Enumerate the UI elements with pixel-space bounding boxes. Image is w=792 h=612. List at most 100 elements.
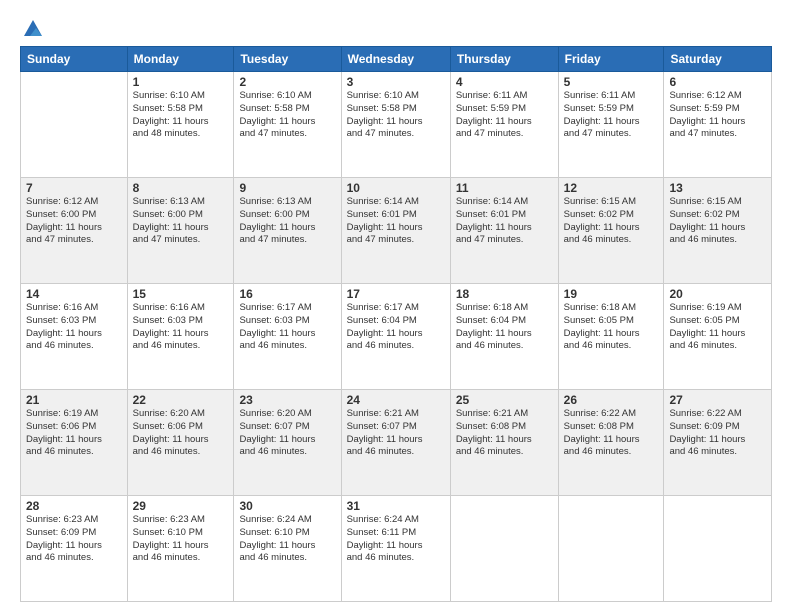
- calendar-cell: 4Sunrise: 6:11 AMSunset: 5:59 PMDaylight…: [450, 72, 558, 178]
- calendar-cell: 27Sunrise: 6:22 AMSunset: 6:09 PMDayligh…: [664, 390, 772, 496]
- calendar-cell: 23Sunrise: 6:20 AMSunset: 6:07 PMDayligh…: [234, 390, 341, 496]
- day-info: Sunrise: 6:11 AMSunset: 5:59 PMDaylight:…: [564, 90, 659, 141]
- day-info: Sunrise: 6:13 AMSunset: 6:00 PMDaylight:…: [133, 196, 229, 247]
- day-number: 30: [239, 499, 335, 513]
- day-info: Sunrise: 6:11 AMSunset: 5:59 PMDaylight:…: [456, 90, 553, 141]
- day-info: Sunrise: 6:20 AMSunset: 6:07 PMDaylight:…: [239, 408, 335, 459]
- calendar-cell: 26Sunrise: 6:22 AMSunset: 6:08 PMDayligh…: [558, 390, 664, 496]
- page: SundayMondayTuesdayWednesdayThursdayFrid…: [0, 0, 792, 612]
- calendar-cell: 3Sunrise: 6:10 AMSunset: 5:58 PMDaylight…: [341, 72, 450, 178]
- calendar-cell: 20Sunrise: 6:19 AMSunset: 6:05 PMDayligh…: [664, 284, 772, 390]
- calendar-cell: 7Sunrise: 6:12 AMSunset: 6:00 PMDaylight…: [21, 178, 128, 284]
- calendar-cell: 11Sunrise: 6:14 AMSunset: 6:01 PMDayligh…: [450, 178, 558, 284]
- day-info: Sunrise: 6:24 AMSunset: 6:11 PMDaylight:…: [347, 514, 445, 565]
- calendar-cell: 28Sunrise: 6:23 AMSunset: 6:09 PMDayligh…: [21, 496, 128, 602]
- calendar-cell: 17Sunrise: 6:17 AMSunset: 6:04 PMDayligh…: [341, 284, 450, 390]
- calendar-cell: [664, 496, 772, 602]
- day-number: 23: [239, 393, 335, 407]
- day-number: 26: [564, 393, 659, 407]
- week-row-3: 14Sunrise: 6:16 AMSunset: 6:03 PMDayligh…: [21, 284, 772, 390]
- calendar-cell: 5Sunrise: 6:11 AMSunset: 5:59 PMDaylight…: [558, 72, 664, 178]
- day-number: 18: [456, 287, 553, 301]
- day-number: 1: [133, 75, 229, 89]
- day-number: 8: [133, 181, 229, 195]
- calendar-cell: [558, 496, 664, 602]
- day-number: 4: [456, 75, 553, 89]
- calendar-cell: 16Sunrise: 6:17 AMSunset: 6:03 PMDayligh…: [234, 284, 341, 390]
- week-row-1: 1Sunrise: 6:10 AMSunset: 5:58 PMDaylight…: [21, 72, 772, 178]
- week-row-2: 7Sunrise: 6:12 AMSunset: 6:00 PMDaylight…: [21, 178, 772, 284]
- day-info: Sunrise: 6:18 AMSunset: 6:05 PMDaylight:…: [564, 302, 659, 353]
- day-number: 24: [347, 393, 445, 407]
- day-number: 15: [133, 287, 229, 301]
- calendar-cell: 22Sunrise: 6:20 AMSunset: 6:06 PMDayligh…: [127, 390, 234, 496]
- day-number: 19: [564, 287, 659, 301]
- calendar-cell: 24Sunrise: 6:21 AMSunset: 6:07 PMDayligh…: [341, 390, 450, 496]
- day-number: 31: [347, 499, 445, 513]
- day-info: Sunrise: 6:14 AMSunset: 6:01 PMDaylight:…: [347, 196, 445, 247]
- day-number: 29: [133, 499, 229, 513]
- day-number: 7: [26, 181, 122, 195]
- day-info: Sunrise: 6:23 AMSunset: 6:09 PMDaylight:…: [26, 514, 122, 565]
- day-header-monday: Monday: [127, 47, 234, 72]
- calendar-cell: 15Sunrise: 6:16 AMSunset: 6:03 PMDayligh…: [127, 284, 234, 390]
- day-number: 13: [669, 181, 766, 195]
- calendar-cell: [450, 496, 558, 602]
- day-info: Sunrise: 6:12 AMSunset: 5:59 PMDaylight:…: [669, 90, 766, 141]
- calendar-cell: 21Sunrise: 6:19 AMSunset: 6:06 PMDayligh…: [21, 390, 128, 496]
- day-info: Sunrise: 6:22 AMSunset: 6:08 PMDaylight:…: [564, 408, 659, 459]
- calendar-cell: 25Sunrise: 6:21 AMSunset: 6:08 PMDayligh…: [450, 390, 558, 496]
- day-number: 14: [26, 287, 122, 301]
- day-number: 28: [26, 499, 122, 513]
- day-info: Sunrise: 6:21 AMSunset: 6:08 PMDaylight:…: [456, 408, 553, 459]
- day-number: 3: [347, 75, 445, 89]
- day-number: 21: [26, 393, 122, 407]
- day-info: Sunrise: 6:19 AMSunset: 6:05 PMDaylight:…: [669, 302, 766, 353]
- day-info: Sunrise: 6:16 AMSunset: 6:03 PMDaylight:…: [26, 302, 122, 353]
- calendar-cell: 18Sunrise: 6:18 AMSunset: 6:04 PMDayligh…: [450, 284, 558, 390]
- calendar-cell: 14Sunrise: 6:16 AMSunset: 6:03 PMDayligh…: [21, 284, 128, 390]
- day-number: 10: [347, 181, 445, 195]
- calendar-cell: 29Sunrise: 6:23 AMSunset: 6:10 PMDayligh…: [127, 496, 234, 602]
- day-header-friday: Friday: [558, 47, 664, 72]
- day-info: Sunrise: 6:10 AMSunset: 5:58 PMDaylight:…: [133, 90, 229, 141]
- day-header-tuesday: Tuesday: [234, 47, 341, 72]
- day-info: Sunrise: 6:13 AMSunset: 6:00 PMDaylight:…: [239, 196, 335, 247]
- day-number: 11: [456, 181, 553, 195]
- calendar-cell: 6Sunrise: 6:12 AMSunset: 5:59 PMDaylight…: [664, 72, 772, 178]
- day-number: 20: [669, 287, 766, 301]
- day-info: Sunrise: 6:17 AMSunset: 6:03 PMDaylight:…: [239, 302, 335, 353]
- day-info: Sunrise: 6:22 AMSunset: 6:09 PMDaylight:…: [669, 408, 766, 459]
- day-number: 17: [347, 287, 445, 301]
- day-header-wednesday: Wednesday: [341, 47, 450, 72]
- calendar-cell: 10Sunrise: 6:14 AMSunset: 6:01 PMDayligh…: [341, 178, 450, 284]
- day-number: 25: [456, 393, 553, 407]
- calendar-cell: 9Sunrise: 6:13 AMSunset: 6:00 PMDaylight…: [234, 178, 341, 284]
- day-info: Sunrise: 6:21 AMSunset: 6:07 PMDaylight:…: [347, 408, 445, 459]
- day-info: Sunrise: 6:16 AMSunset: 6:03 PMDaylight:…: [133, 302, 229, 353]
- day-number: 2: [239, 75, 335, 89]
- day-number: 5: [564, 75, 659, 89]
- calendar-cell: 13Sunrise: 6:15 AMSunset: 6:02 PMDayligh…: [664, 178, 772, 284]
- day-number: 12: [564, 181, 659, 195]
- day-info: Sunrise: 6:17 AMSunset: 6:04 PMDaylight:…: [347, 302, 445, 353]
- calendar-cell: 8Sunrise: 6:13 AMSunset: 6:00 PMDaylight…: [127, 178, 234, 284]
- calendar-table: SundayMondayTuesdayWednesdayThursdayFrid…: [20, 46, 772, 602]
- calendar-cell: 19Sunrise: 6:18 AMSunset: 6:05 PMDayligh…: [558, 284, 664, 390]
- calendar-cell: 1Sunrise: 6:10 AMSunset: 5:58 PMDaylight…: [127, 72, 234, 178]
- day-header-sunday: Sunday: [21, 47, 128, 72]
- day-number: 9: [239, 181, 335, 195]
- day-info: Sunrise: 6:10 AMSunset: 5:58 PMDaylight:…: [347, 90, 445, 141]
- calendar-cell: 31Sunrise: 6:24 AMSunset: 6:11 PMDayligh…: [341, 496, 450, 602]
- logo-icon: [22, 18, 44, 40]
- calendar-cell: 30Sunrise: 6:24 AMSunset: 6:10 PMDayligh…: [234, 496, 341, 602]
- day-info: Sunrise: 6:10 AMSunset: 5:58 PMDaylight:…: [239, 90, 335, 141]
- day-number: 6: [669, 75, 766, 89]
- day-header-saturday: Saturday: [664, 47, 772, 72]
- day-info: Sunrise: 6:12 AMSunset: 6:00 PMDaylight:…: [26, 196, 122, 247]
- day-info: Sunrise: 6:23 AMSunset: 6:10 PMDaylight:…: [133, 514, 229, 565]
- header: [20, 18, 772, 36]
- calendar-cell: 12Sunrise: 6:15 AMSunset: 6:02 PMDayligh…: [558, 178, 664, 284]
- day-info: Sunrise: 6:18 AMSunset: 6:04 PMDaylight:…: [456, 302, 553, 353]
- day-number: 27: [669, 393, 766, 407]
